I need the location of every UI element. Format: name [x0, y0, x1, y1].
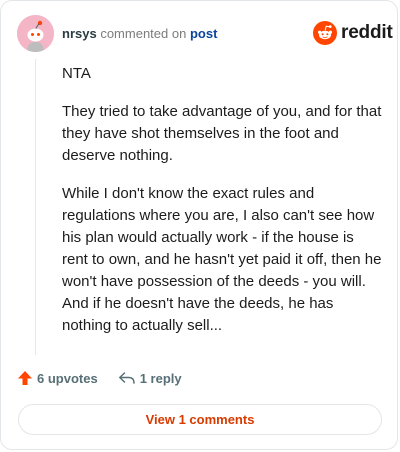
view-comments-label: View 1 comments — [145, 412, 255, 427]
comment-body: NTA They tried to take advantage of you,… — [62, 63, 382, 353]
reply-button[interactable]: 1 reply — [118, 370, 182, 386]
upvote-arrow-icon — [18, 371, 32, 385]
snoo-avatar-icon — [17, 15, 54, 52]
thread-line — [35, 59, 36, 355]
user-avatar[interactable] — [17, 15, 54, 52]
upvote-count: 6 upvotes — [37, 370, 98, 386]
comment-header: nrsys commented on post — [62, 26, 217, 42]
upvote-button[interactable]: 6 upvotes — [17, 370, 98, 386]
comment-card: nrsys commented on post reddit NTA They … — [0, 0, 398, 450]
reply-arrow-icon — [118, 372, 135, 384]
username[interactable]: nrsys — [62, 26, 97, 41]
comment-paragraph: They tried to take advantage of you, and… — [62, 103, 382, 164]
comment-actions: 6 upvotes 1 reply — [17, 370, 182, 386]
comment-paragraph: While I don't know the exact rules and r… — [62, 185, 382, 334]
reddit-wordmark: reddit — [341, 22, 393, 43]
reply-count: 1 reply — [139, 370, 182, 386]
post-link[interactable]: post — [190, 26, 217, 41]
view-comments-button[interactable]: View 1 comments — [18, 404, 382, 435]
reddit-logo[interactable]: reddit — [313, 21, 393, 45]
comment-paragraph: NTA — [62, 65, 91, 82]
reddit-snoo-icon — [313, 21, 337, 45]
commented-on-text: commented on — [100, 26, 187, 41]
